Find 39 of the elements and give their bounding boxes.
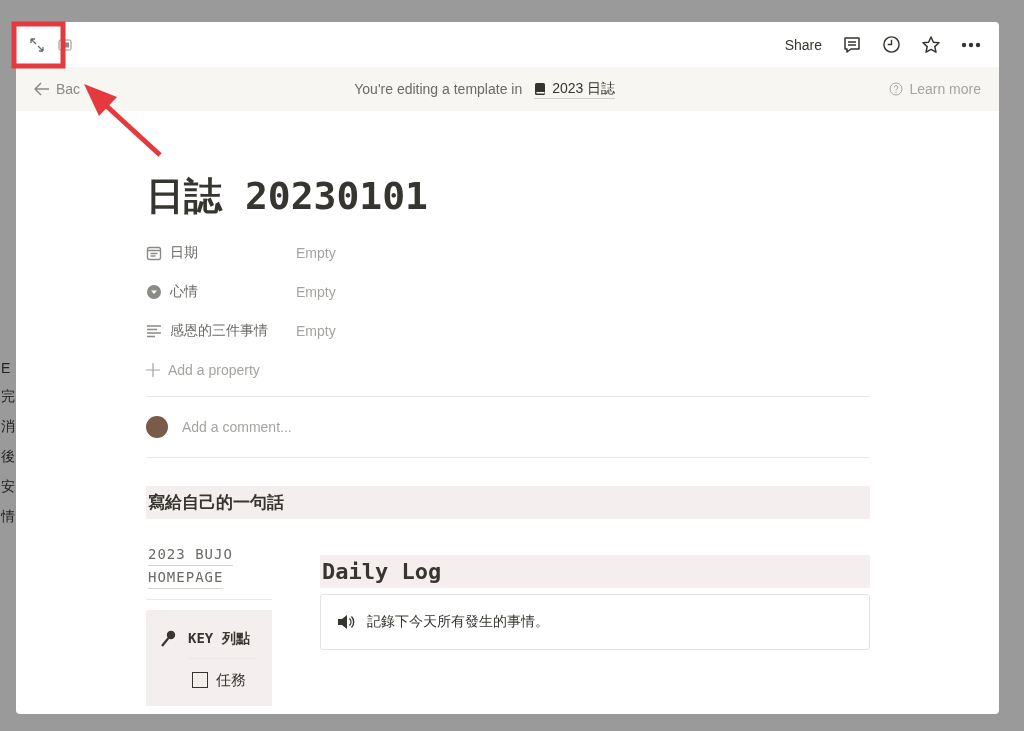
highlight-box <box>11 21 66 69</box>
callout-title: KEY 列點 <box>188 628 251 648</box>
property-name[interactable]: 感恩的三件事情 <box>170 322 268 341</box>
speaker-icon <box>337 613 355 630</box>
key-icon <box>160 629 176 648</box>
callout-text: 記錄下今天所有發生的事情。 <box>367 612 549 631</box>
back-arrow-icon <box>34 82 50 96</box>
background-text: 安 <box>1 478 15 496</box>
page-link[interactable]: HOMEPAGE <box>148 565 224 589</box>
section-heading: Daily Log <box>320 554 870 588</box>
expand-icon[interactable] <box>30 37 44 52</box>
comment-icon[interactable] <box>842 34 862 55</box>
text-lines-icon <box>146 323 162 340</box>
property-name[interactable]: 日期 <box>170 244 198 263</box>
page-title: 日誌 20230101 <box>146 174 429 220</box>
background-text: 情 <box>1 508 15 526</box>
page-link[interactable]: 2023 BUJO <box>148 542 233 566</box>
background-text: 後 <box>1 448 15 466</box>
star-icon[interactable] <box>921 34 941 55</box>
clock-icon[interactable] <box>882 35 901 54</box>
back-button[interactable]: Bac <box>34 81 81 97</box>
database-link[interactable]: 2023 日誌 <box>534 79 616 99</box>
help-icon <box>889 82 904 96</box>
background-text: E <box>1 360 12 376</box>
checkbox[interactable] <box>192 672 208 689</box>
background-text: 消 <box>1 418 15 436</box>
avatar <box>146 415 168 438</box>
panel-icon[interactable] <box>58 38 72 51</box>
dropdown-icon <box>146 284 162 301</box>
banner-text: You're editing a template in <box>354 81 523 97</box>
background-text: 完 <box>1 388 15 406</box>
more-icon[interactable] <box>961 41 981 48</box>
calendar-icon <box>146 245 162 262</box>
book-icon <box>534 81 547 96</box>
share-button[interactable]: Share <box>784 36 822 53</box>
section-heading: 寫給自己的一句話 <box>146 485 870 519</box>
plus-icon <box>146 363 160 378</box>
checkbox-label: 任務 <box>216 670 246 690</box>
property-name[interactable]: 心情 <box>170 283 198 302</box>
